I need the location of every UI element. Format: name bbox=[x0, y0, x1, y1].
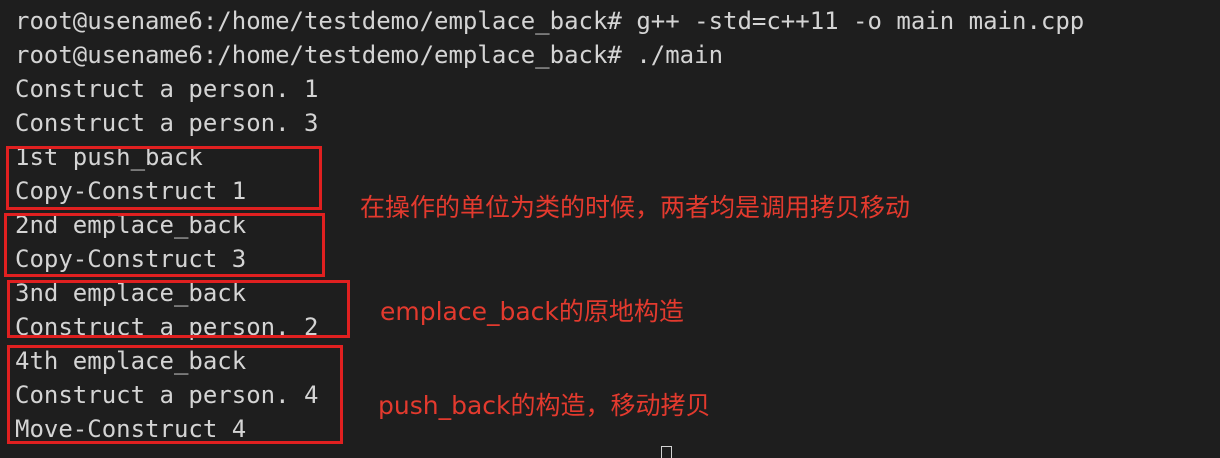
highlight-box-emplace-back-inplace bbox=[7, 280, 350, 338]
highlight-box-emplace-back-copy bbox=[4, 213, 325, 277]
terminal-cursor bbox=[661, 446, 672, 458]
highlight-box-emplace-back-move bbox=[7, 345, 343, 444]
annotation-in-place-construct: emplace_back的原地构造 bbox=[380, 297, 684, 326]
terminal-line: root@usename6:/home/testdemo/emplace_bac… bbox=[15, 41, 724, 69]
terminal-line: Construct a person. 1 bbox=[15, 75, 319, 103]
terminal-line: Construct a person. 3 bbox=[15, 109, 319, 137]
terminal-line: root@usename6:/home/testdemo/emplace_bac… bbox=[15, 7, 1085, 35]
terminal-window[interactable]: root@usename6:/home/testdemo/emplace_bac… bbox=[0, 0, 1220, 458]
highlight-box-push-back bbox=[6, 146, 322, 210]
annotation-copy-move: 在操作的单位为类的时候，两者均是调用拷贝移动 bbox=[360, 193, 911, 222]
annotation-construct-move-copy: push_back的构造，移动拷贝 bbox=[378, 391, 711, 420]
